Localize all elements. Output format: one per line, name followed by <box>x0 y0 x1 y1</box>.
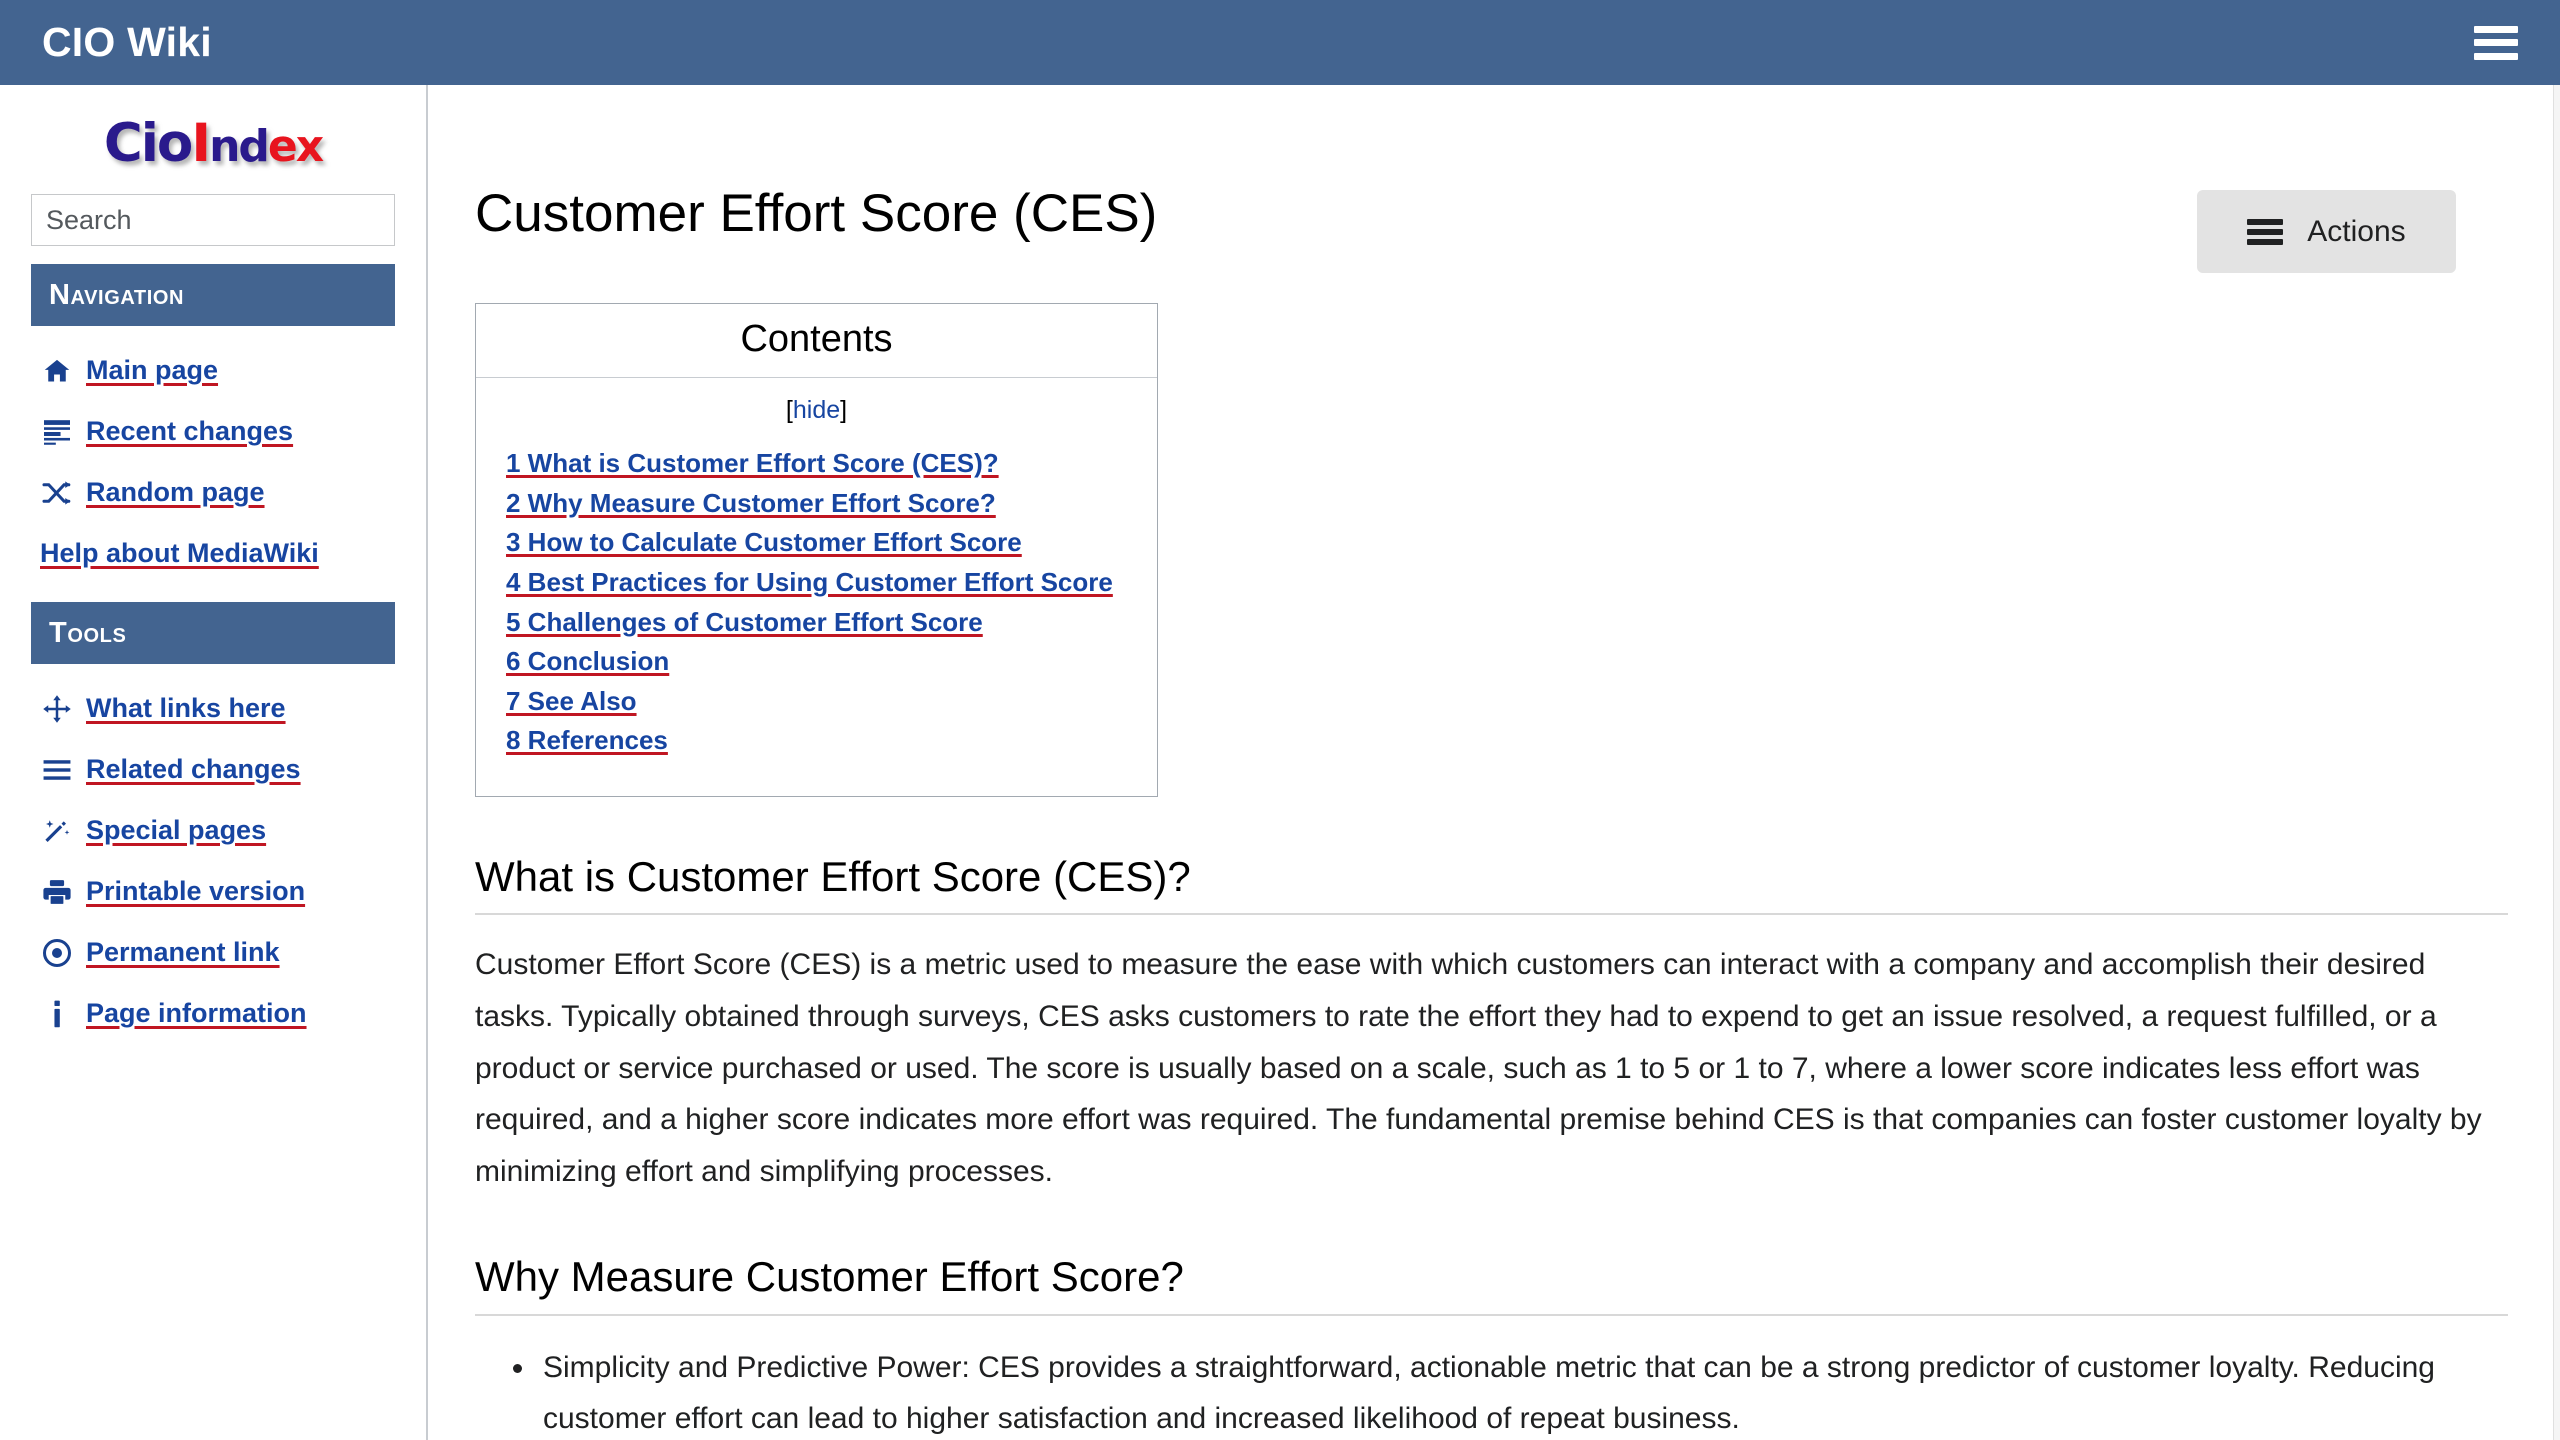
toc-entry-4[interactable]: 4 Best Practices for Using Customer Effo… <box>506 567 1113 597</box>
portlet-heading-navigation: Navigation <box>31 264 395 326</box>
sidebar-item-label: What links here <box>86 693 286 723</box>
sidebar-item-help-about-mediawiki[interactable]: Help about MediaWiki <box>0 523 426 584</box>
shuffle-icon <box>40 480 74 506</box>
printer-icon <box>40 879 74 905</box>
home-icon <box>40 357 74 385</box>
list-item: 5 Challenges of Customer Effort Score <box>506 607 1157 637</box>
site-title: CIO Wiki <box>42 19 212 65</box>
list-item: 6 Conclusion <box>506 647 1157 676</box>
section-heading-what-is-ces: What is Customer Effort Score (CES)? <box>475 853 2508 916</box>
sidebar-item-related-changes[interactable]: Related changes <box>0 739 426 800</box>
sidebar-item-label: Recent changes <box>86 416 294 446</box>
logo-part-i: I <box>191 113 211 174</box>
vertical-scrollbar[interactable] <box>2553 85 2560 1440</box>
toc-toggle: [hide] <box>476 396 1157 425</box>
section-heading-why-measure-ces: Why Measure Customer Effort Score? <box>475 1253 2508 1316</box>
toc-entry-6[interactable]: 6 Conclusion <box>506 646 669 676</box>
portlet-navigation: Navigation Main page Recent changes Rand… <box>0 264 426 584</box>
section-bullets-why-measure-ces: Simplicity and Predictive Power: CES pro… <box>475 1342 2508 1440</box>
logo-part-nd: nd <box>209 121 270 172</box>
actions-button-label: Actions <box>2307 214 2406 248</box>
sidebar-item-label: Page information <box>86 998 307 1028</box>
sidebar-item-permanent-link[interactable]: Permanent link <box>0 922 426 983</box>
burger-line <box>2247 218 2284 225</box>
bullseye-icon <box>40 938 74 968</box>
list-item: 2 Why Measure Customer Effort Score? <box>506 489 1157 518</box>
portlet-body-tools: What links here Related changes Special … <box>0 664 426 1044</box>
toc-toggle-bracket-open: [ <box>785 396 793 425</box>
toc-entry-1[interactable]: 1 What is Customer Effort Score (CES)? <box>506 448 999 478</box>
hamburger-menu-icon <box>2247 218 2284 245</box>
sidebar-item-printable-version[interactable]: Printable version <box>0 861 426 922</box>
sidebar-item-special-pages[interactable]: Special pages <box>0 800 426 861</box>
burger-line <box>2247 238 2284 245</box>
info-icon <box>40 1000 74 1028</box>
logo-text: CioIndex <box>104 117 324 172</box>
logo-part-ex: ex <box>267 121 324 172</box>
sidebar-item-main-page[interactable]: Main page <box>0 340 426 401</box>
recent-changes-icon <box>40 419 74 445</box>
top-bar: CIO Wiki <box>0 0 2560 85</box>
toc-heading: Contents <box>476 304 1157 379</box>
toc-toggle-bracket-close: ] <box>840 396 848 425</box>
logo-part-cio: Cio <box>103 113 193 174</box>
list-item: 1 What is Customer Effort Score (CES)? <box>506 449 1157 478</box>
sidebar-item-random-page[interactable]: Random page <box>0 462 426 523</box>
sidebar: CioIndex Navigation Main page <box>0 85 428 1440</box>
list-item: 4 Best Practices for Using Customer Effo… <box>506 568 1157 597</box>
burger-line <box>2474 25 2518 33</box>
toc-entry-5[interactable]: 5 Challenges of Customer Effort Score <box>506 607 983 637</box>
sidebar-item-label: Related changes <box>86 754 301 784</box>
sidebar-item-label: Random page <box>86 477 265 507</box>
portlet-heading-tools: Tools <box>31 602 395 664</box>
arrows-move-icon <box>40 694 74 724</box>
content-inner: Actions Customer Effort Score (CES) Cont… <box>462 85 2508 1440</box>
list-item: Simplicity and Predictive Power: CES pro… <box>537 1342 2508 1440</box>
hamburger-menu-icon[interactable] <box>2474 25 2518 60</box>
list-item: 3 How to Calculate Customer Effort Score <box>506 528 1157 557</box>
list-item: 7 See Also <box>506 687 1157 716</box>
toc-entry-8[interactable]: 8 References <box>506 725 668 755</box>
sidebar-item-label: Printable version <box>86 876 306 906</box>
search-input[interactable] <box>31 194 395 246</box>
burger-line <box>2474 52 2518 60</box>
toc-entry-7[interactable]: 7 See Also <box>506 686 637 716</box>
site-logo[interactable]: CioIndex <box>0 99 426 186</box>
sidebar-item-label: Special pages <box>86 815 267 845</box>
portlet-tools: Tools What links here Related changes Sp… <box>0 602 426 1044</box>
toc-entry-2[interactable]: 2 Why Measure Customer Effort Score? <box>506 488 996 518</box>
toc-list: 1 What is Customer Effort Score (CES)? 2… <box>476 449 1157 755</box>
main-content: Actions Customer Effort Score (CES) Cont… <box>428 85 2560 1440</box>
table-of-contents: Contents [hide] 1 What is Customer Effor… <box>475 303 1158 798</box>
sidebar-item-label: Permanent link <box>86 937 280 967</box>
sidebar-item-label: Main page <box>86 355 219 385</box>
toc-hide-link[interactable]: hide <box>793 396 840 424</box>
burger-line <box>2247 228 2284 235</box>
list-item: 8 References <box>506 726 1157 755</box>
sidebar-item-label: Help about MediaWiki <box>40 538 319 568</box>
sidebar-item-page-information[interactable]: Page information <box>0 983 426 1044</box>
section-paragraph-what-is-ces: Customer Effort Score (CES) is a metric … <box>475 948 2482 1188</box>
burger-line <box>2474 39 2518 46</box>
page-body: CioIndex Navigation Main page <box>0 85 2560 1440</box>
sidebar-item-recent-changes[interactable]: Recent changes <box>0 401 426 462</box>
toc-entry-3[interactable]: 3 How to Calculate Customer Effort Score <box>506 527 1022 557</box>
bars-icon <box>40 759 74 781</box>
portlet-body-navigation: Main page Recent changes Random page Hel… <box>0 326 426 584</box>
magic-wand-icon <box>40 816 74 846</box>
sidebar-item-what-links-here[interactable]: What links here <box>0 678 426 739</box>
actions-button[interactable]: Actions <box>2197 190 2456 273</box>
toc-body: [hide] 1 What is Customer Effort Score (… <box>476 378 1157 796</box>
